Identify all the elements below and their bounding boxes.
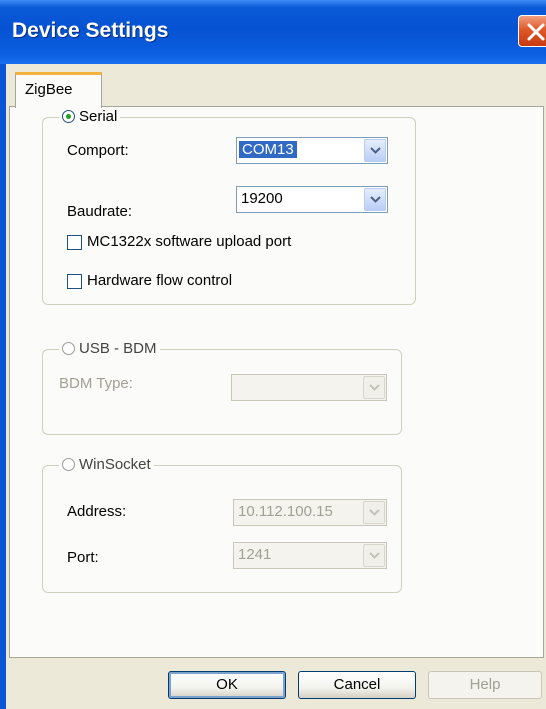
port-label: Port:	[67, 549, 99, 566]
baudrate-dropdown-button[interactable]	[364, 188, 386, 211]
upload-port-label: MC1322x software upload port	[87, 233, 292, 250]
winsocket-group: WinSocket Address: 10.112.100.15 Port: 1…	[42, 456, 402, 593]
radio-checked-icon	[62, 110, 75, 123]
flow-control-label: Hardware flow control	[87, 272, 233, 289]
comport-label: Comport:	[67, 142, 129, 159]
tab-zigbee[interactable]: ZigBee	[15, 72, 102, 108]
bdm-type-label: BDM Type:	[59, 375, 133, 392]
baudrate-select[interactable]: 19200	[236, 186, 388, 213]
address-dropdown-button[interactable]	[363, 501, 385, 524]
radio-unchecked-icon	[62, 342, 75, 355]
address-label: Address:	[67, 503, 127, 520]
winsocket-radio-label: WinSocket	[79, 456, 151, 473]
comport-value: COM13	[239, 141, 297, 158]
title-bar[interactable]: Device Settings	[0, 0, 546, 64]
port-dropdown-button[interactable]	[363, 544, 385, 567]
cancel-button[interactable]: Cancel	[298, 671, 416, 699]
chevron-down-icon	[369, 384, 380, 391]
ok-button[interactable]: OK	[168, 671, 286, 699]
device-settings-dialog: Device Settings Serial Comport: COM13 Ba…	[0, 0, 546, 709]
chevron-down-icon	[370, 147, 381, 154]
comport-select[interactable]: COM13	[236, 137, 388, 164]
radio-unchecked-icon	[62, 458, 75, 471]
address-value: 10.112.100.15	[238, 503, 333, 520]
winsocket-radio[interactable]: WinSocket	[59, 456, 154, 473]
baudrate-value: 19200	[241, 190, 283, 207]
bdm-type-select[interactable]	[231, 374, 387, 401]
serial-radio-label: Serial	[79, 108, 118, 125]
address-select[interactable]: 10.112.100.15	[233, 499, 387, 526]
port-value: 1241	[238, 546, 272, 563]
baudrate-label: Baudrate:	[67, 203, 133, 220]
flow-control-checkbox[interactable]	[67, 274, 82, 289]
upload-port-checkbox[interactable]	[67, 235, 82, 250]
usb-bdm-group: USB - BDM BDM Type:	[42, 340, 402, 435]
comport-dropdown-button[interactable]	[364, 139, 386, 162]
serial-radio[interactable]: Serial	[59, 108, 121, 125]
window-frame	[0, 64, 6, 709]
port-select[interactable]: 1241	[233, 542, 387, 569]
help-button[interactable]: Help	[428, 671, 542, 699]
chevron-down-icon	[369, 552, 380, 559]
tab-zigbee-label: ZigBee	[25, 81, 73, 98]
close-icon	[527, 23, 545, 41]
tab-page-zigbee: Serial Comport: COM13 Baudrate: 19200 MC…	[9, 106, 544, 658]
usb-bdm-radio-label: USB - BDM	[79, 340, 157, 357]
usb-bdm-radio[interactable]: USB - BDM	[59, 340, 160, 357]
window-title: Device Settings	[12, 19, 169, 42]
close-button[interactable]	[518, 15, 546, 47]
chevron-down-icon	[369, 509, 380, 516]
bdm-type-dropdown-button[interactable]	[363, 376, 385, 399]
chevron-down-icon	[370, 196, 381, 203]
serial-group: Serial Comport: COM13 Baudrate: 19200 MC…	[42, 108, 416, 305]
